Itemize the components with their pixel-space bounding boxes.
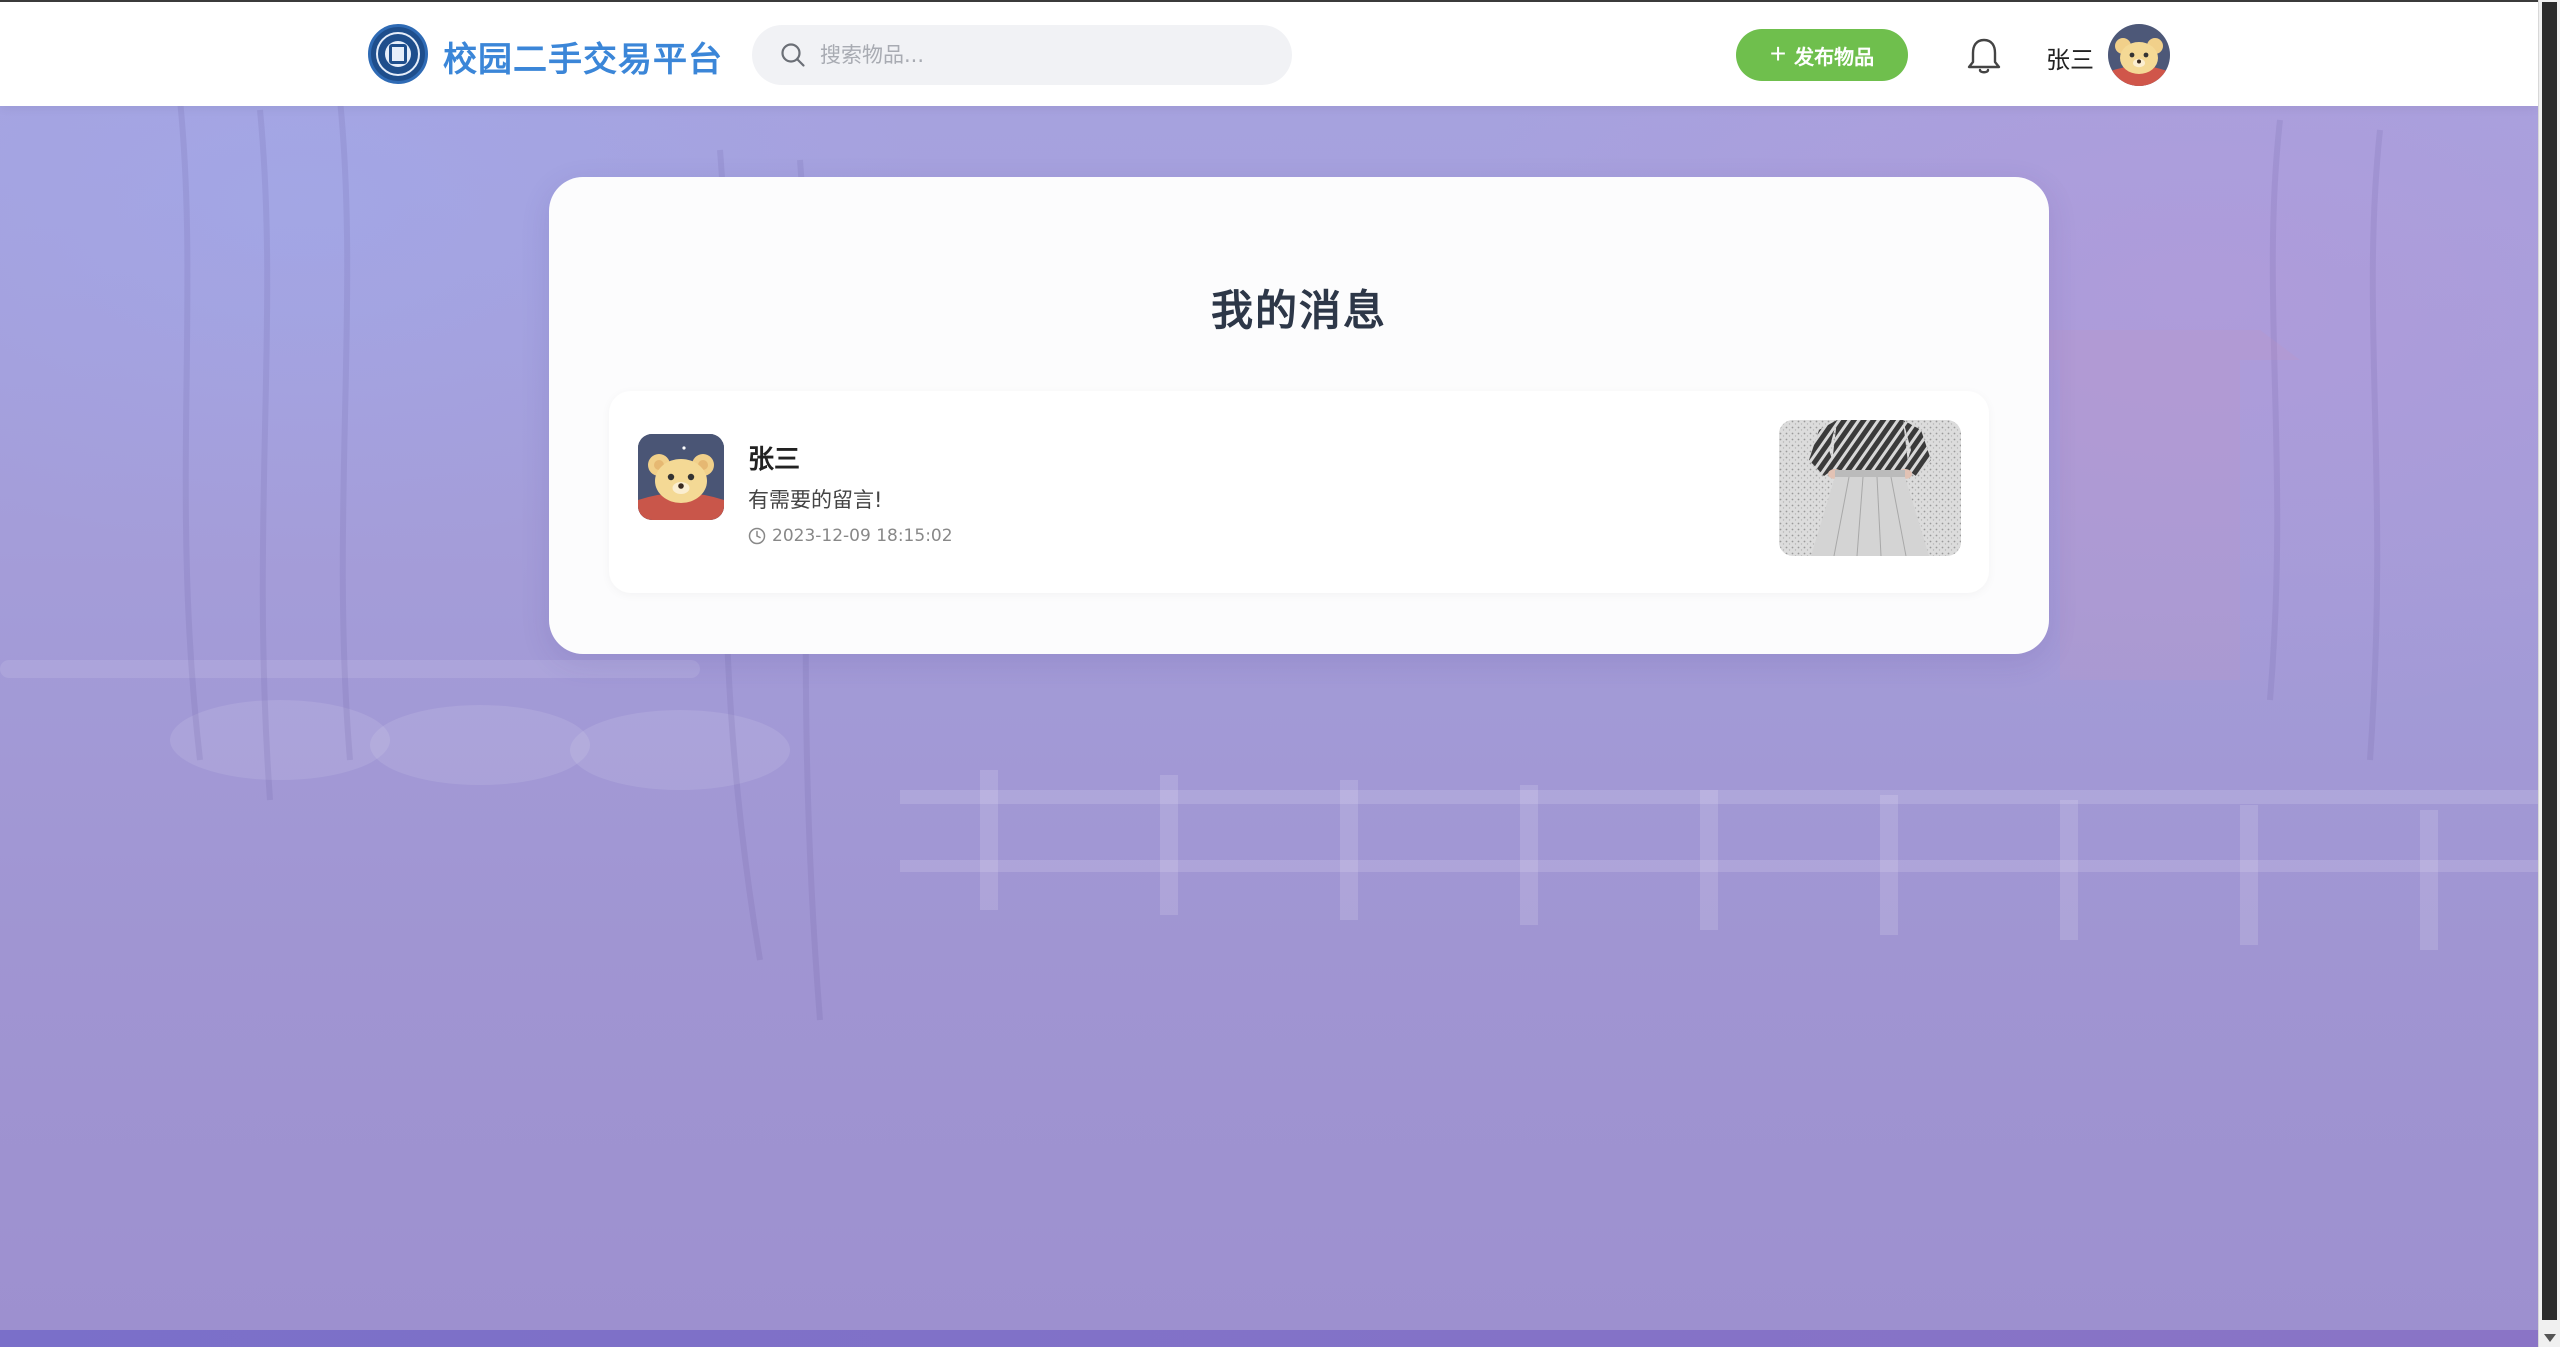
skirt-image [1779,420,1961,556]
sender-avatar[interactable] [638,434,724,520]
clock-icon [748,527,766,545]
plus-icon: + [1769,37,1787,69]
school-emblem-icon[interactable] [368,24,428,84]
site-title[interactable]: 校园二手交易平台 [443,32,723,81]
page-scrollbar[interactable] [2538,0,2560,1347]
publish-item-button[interactable]: + 发布物品 [1736,29,1908,81]
search-input[interactable] [820,25,1270,85]
bear-avatar-icon [2108,24,2170,86]
search-bar[interactable] [752,25,1292,85]
message-item[interactable]: 张三 有需要的留言! 2023-12-09 18:15:02 [609,391,1989,593]
footer-strip [0,1330,2538,1347]
page-title: 我的消息 [1210,286,1387,335]
username-label[interactable]: 张三 [2046,40,2094,75]
bear-avatar-icon [638,434,724,520]
message-sender: 张三 [748,445,801,475]
message-time-text: 2023-12-09 18:15:02 [772,526,953,546]
scrollbar-thumb[interactable] [2542,2,2557,1320]
bell-icon[interactable] [1966,36,2002,76]
messages-panel: 我的消息 张三 有需要的留言! 2023-12-09 18:15:02 [549,177,2049,654]
user-avatar[interactable] [2108,24,2170,86]
item-thumbnail[interactable] [1779,420,1961,556]
publish-item-label: 发布物品 [1794,46,1875,69]
top-navbar: 校园二手交易平台 + 发布物品 张三 [0,0,2538,106]
scroll-down-arrow-icon[interactable] [2544,1334,2556,1342]
message-timestamp: 2023-12-09 18:15:02 [748,526,953,546]
message-content: 有需要的留言! [748,488,883,512]
search-icon [781,43,805,67]
